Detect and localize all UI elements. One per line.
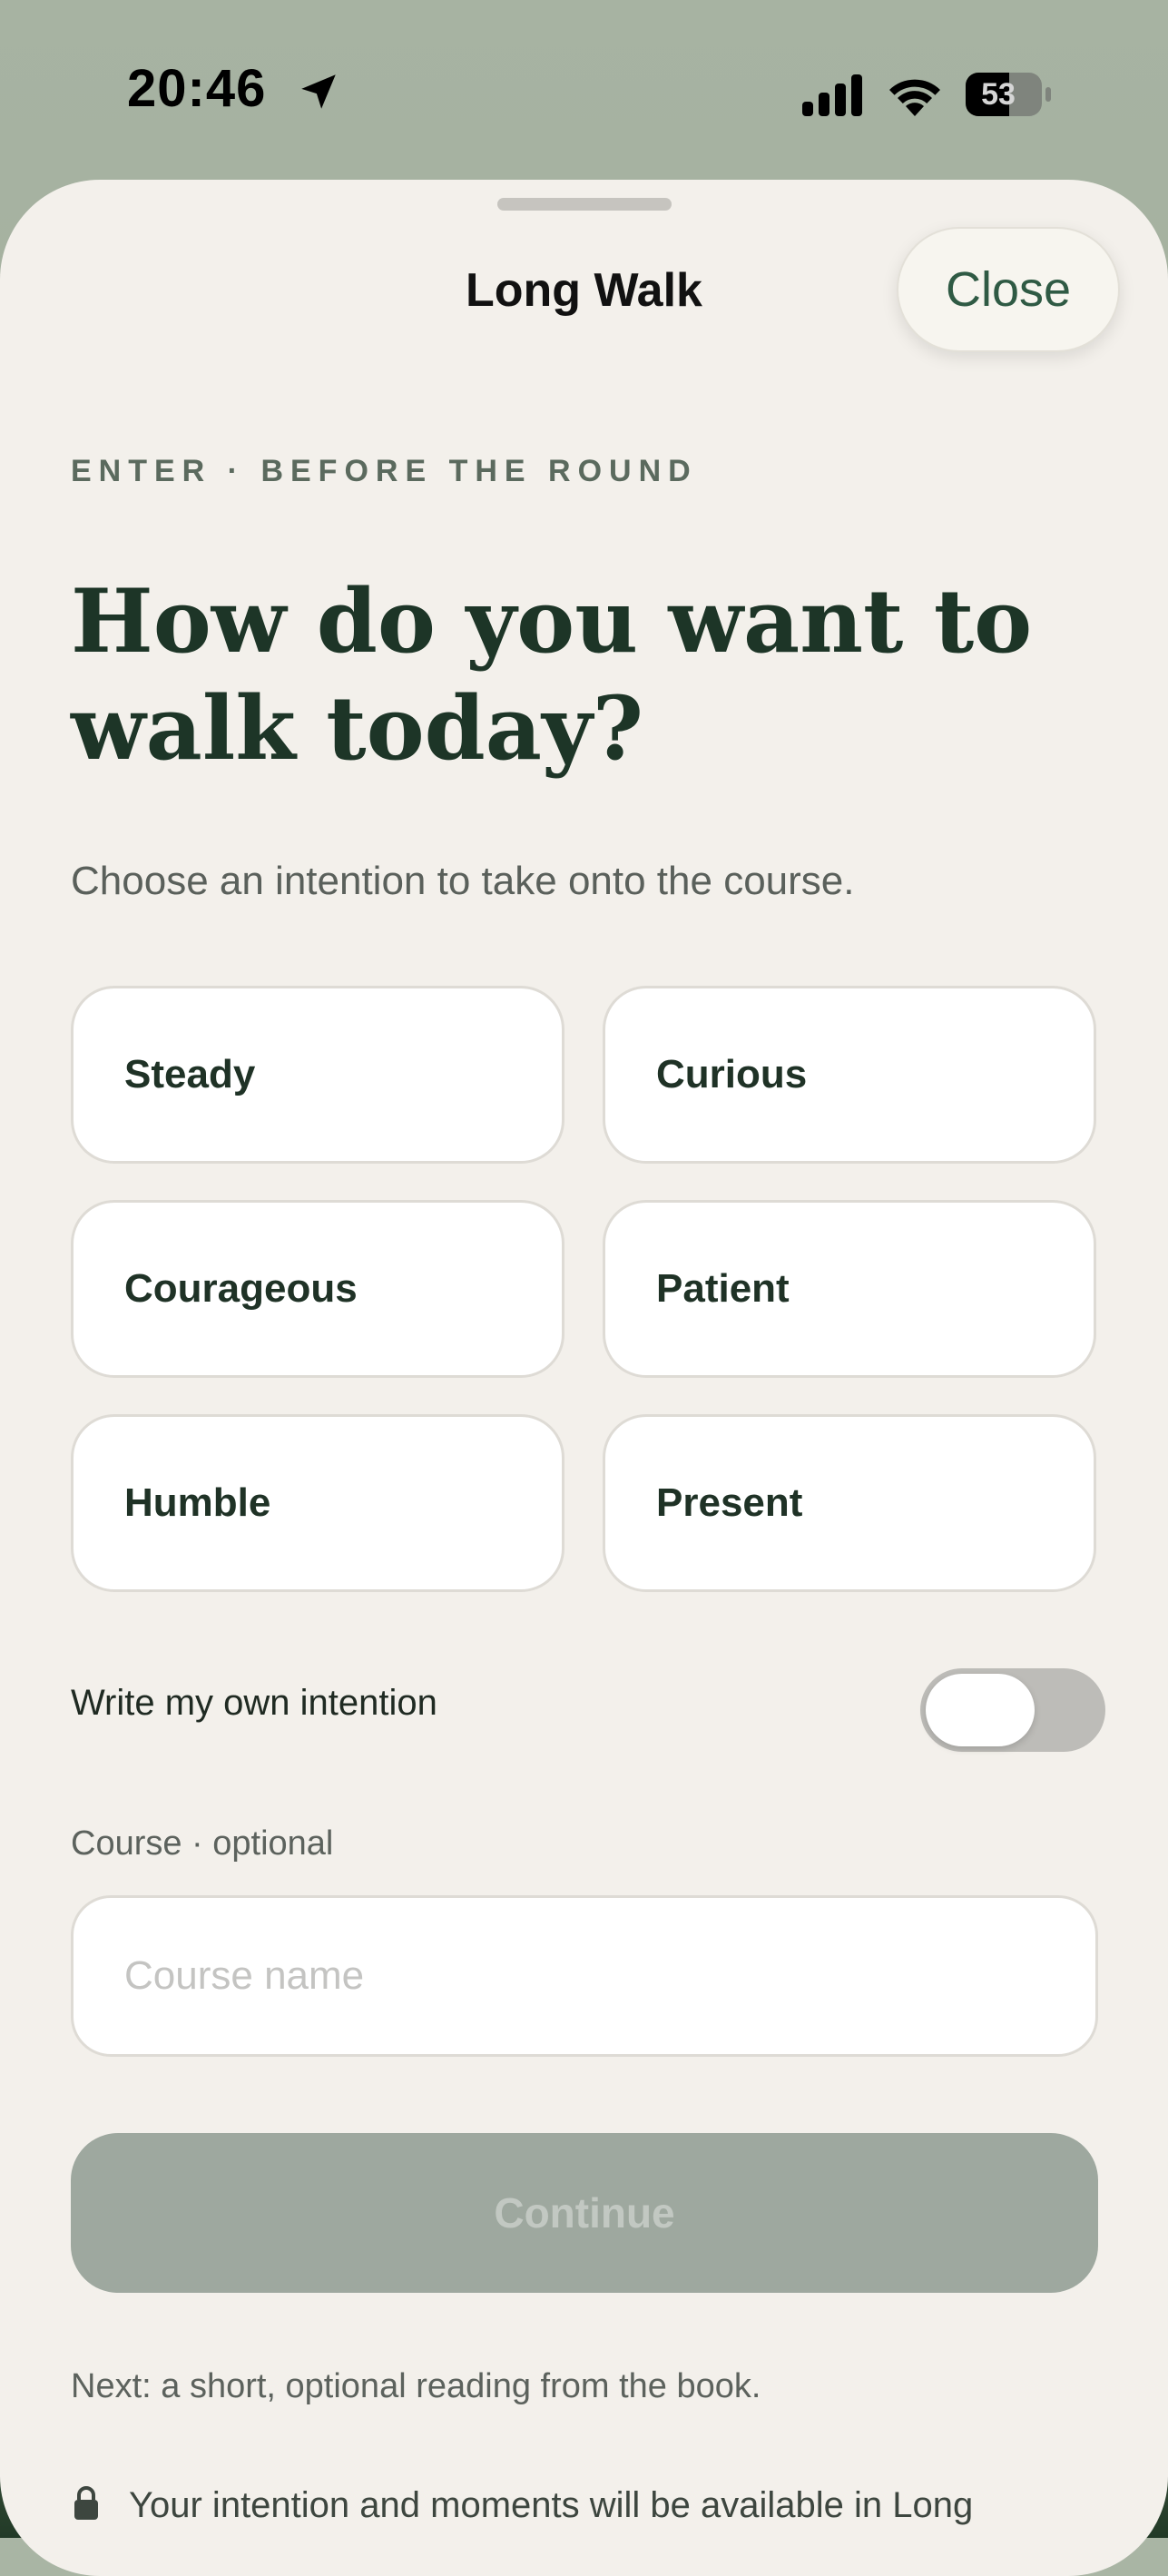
course-field-label: Course · optional xyxy=(71,1824,334,1863)
headline-line-1: How do you want to xyxy=(71,570,1033,673)
own-intention-label: Write my own intention xyxy=(71,1683,437,1723)
intention-chip-present[interactable]: Present xyxy=(603,1414,1096,1592)
toggle-knob xyxy=(926,1674,1035,1746)
lock-icon xyxy=(74,2486,98,2520)
headline-line-2: walk today? xyxy=(71,677,643,780)
wifi-icon xyxy=(889,79,940,116)
sheet-grabber[interactable] xyxy=(497,198,672,211)
intention-chip-curious[interactable]: Curious xyxy=(603,986,1096,1164)
subtitle: Choose an intention to take onto the cou… xyxy=(71,859,855,903)
cellular-signal-icon xyxy=(802,74,862,116)
course-name-input[interactable] xyxy=(71,1895,1098,2057)
intention-chip-humble[interactable]: Humble xyxy=(71,1414,564,1592)
own-intention-toggle[interactable] xyxy=(920,1668,1105,1752)
close-button[interactable]: Close xyxy=(897,227,1120,352)
next-note: Next: a short, optional reading from the… xyxy=(71,2367,761,2405)
section-eyebrow: ENTER · BEFORE THE ROUND xyxy=(71,454,698,488)
footer-note: Your intention and moments will be avail… xyxy=(129,2485,974,2525)
intention-chip-patient[interactable]: Patient xyxy=(603,1200,1096,1378)
intention-chip-courageous[interactable]: Courageous xyxy=(71,1200,564,1378)
page-title: How do you want to walk today? xyxy=(71,568,1069,782)
intention-chip-steady[interactable]: Steady xyxy=(71,986,564,1164)
location-arrow-icon xyxy=(301,74,336,109)
intention-sheet: Long Walk Close ENTER · BEFORE THE ROUND… xyxy=(0,180,1168,2576)
battery-level: 53 xyxy=(981,77,1016,112)
continue-button[interactable]: Continue xyxy=(71,2133,1098,2293)
status-time: 20:46 xyxy=(127,59,267,118)
status-bar: 20:46 53 xyxy=(0,0,1168,182)
